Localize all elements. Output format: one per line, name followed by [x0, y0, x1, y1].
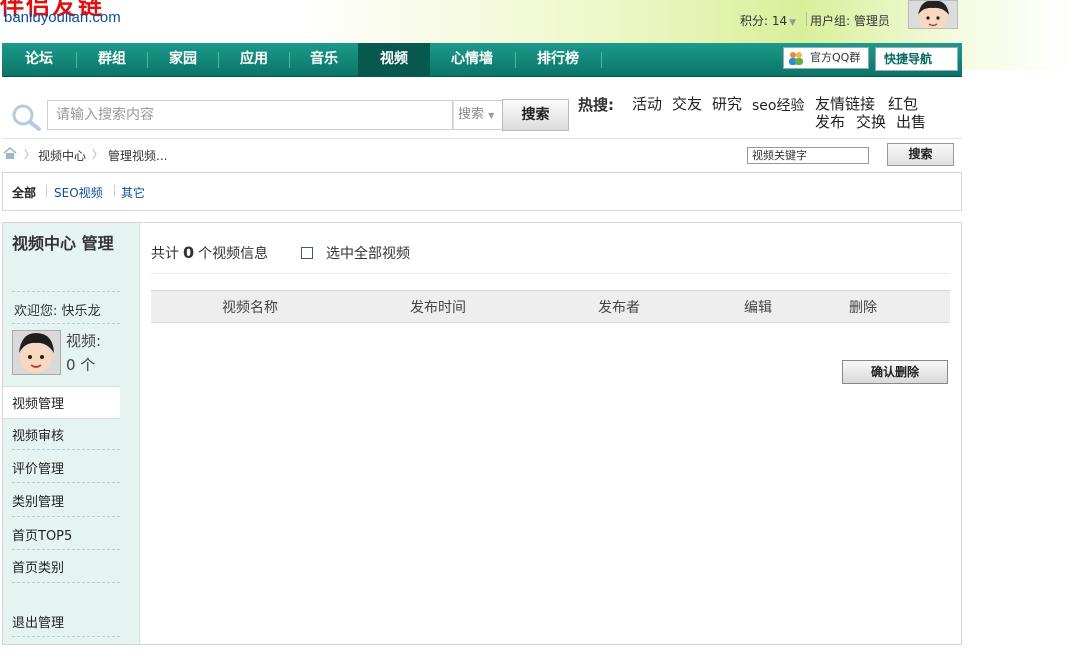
chevron-right-icon: 〉	[24, 148, 35, 161]
confirm-delete-button[interactable]: 确认删除	[842, 360, 948, 384]
chevron-down-icon: ▼	[488, 111, 495, 120]
divider	[12, 449, 120, 450]
chevron-down-icon: ▼	[789, 18, 797, 28]
total-suffix: 个视频信息	[198, 246, 269, 262]
nav-item-music[interactable]: 音乐	[290, 43, 358, 76]
divider	[12, 636, 120, 637]
nav-item-rankings[interactable]: 排行榜	[516, 43, 600, 76]
column-publisher: 发布者	[598, 300, 640, 316]
sidebar-item-home-category[interactable]: 首页类别	[12, 557, 64, 576]
column-delete: 删除	[849, 300, 877, 316]
avatar[interactable]	[12, 330, 61, 375]
quick-nav-button[interactable]: 快捷导航	[875, 47, 958, 71]
total-summary: 共计 0 个视频信息	[151, 243, 268, 263]
divider	[12, 582, 120, 583]
search-input[interactable]: 请输入搜索内容	[47, 100, 453, 130]
sidebar-item-video-manage[interactable]: 视频管理	[12, 393, 64, 412]
divider	[46, 185, 47, 197]
nav-item-video[interactable]: 视频	[358, 43, 430, 76]
avatar-face-icon	[909, 1, 957, 28]
hot-search-label: 热搜:	[578, 96, 614, 114]
hot-search-link[interactable]: 交友	[672, 93, 702, 114]
hot-search-link[interactable]: 交换	[856, 111, 886, 132]
hot-search-link[interactable]: 研究	[712, 93, 742, 114]
divider	[12, 482, 120, 483]
search-button[interactable]: 搜索	[502, 99, 569, 131]
site-domain[interactable]: banluyoulian.com	[4, 9, 121, 26]
total-prefix: 共计	[151, 246, 179, 262]
filter-other[interactable]: 其它	[121, 184, 145, 201]
nav-item-apps[interactable]: 应用	[219, 43, 289, 76]
avatar-face-icon	[13, 331, 60, 374]
score-label: 积分: 14	[740, 14, 788, 28]
sidebar-item-exit[interactable]: 退出管理	[12, 612, 64, 631]
column-edit: 编辑	[744, 300, 772, 316]
qq-group-label: 官方QQ群	[810, 51, 861, 64]
hot-search-link[interactable]: 活动	[632, 93, 662, 114]
sidebar-title: 视频中心 管理	[12, 234, 114, 253]
sidebar-item-comment-manage[interactable]: 评价管理	[12, 458, 64, 477]
breadcrumb-video-center[interactable]: 视频中心	[38, 147, 86, 164]
total-count: 0	[183, 243, 195, 262]
video-search-button[interactable]: 搜索	[887, 143, 954, 166]
search-icon	[12, 104, 41, 131]
video-count-label: 视频:	[66, 332, 102, 350]
filter-seo-video[interactable]: SEO视频	[54, 184, 103, 201]
hot-search-link[interactable]: 发布	[815, 111, 845, 132]
nav-divider	[601, 52, 602, 68]
divider	[12, 323, 120, 324]
user-group-label[interactable]: 用户组: 管理员	[810, 12, 890, 29]
filter-all[interactable]: 全部	[12, 184, 36, 201]
nav-item-mood-wall[interactable]: 心情墙	[430, 43, 514, 76]
welcome-text: 欢迎您: 快乐龙	[14, 304, 101, 319]
chevron-right-icon: 〉	[92, 148, 103, 161]
nav-item-forum[interactable]: 论坛	[2, 43, 76, 76]
divider	[806, 12, 807, 26]
search-type-select[interactable]: 搜索 ▼	[453, 100, 503, 130]
video-count-value: 0 个	[66, 356, 96, 374]
nav-item-home[interactable]: 家园	[148, 43, 218, 76]
sidebar-item-category-manage[interactable]: 类别管理	[12, 491, 64, 510]
column-video-name: 视频名称	[222, 300, 278, 316]
avatar[interactable]	[908, 0, 958, 29]
divider	[12, 549, 120, 550]
select-all-label[interactable]: 选中全部视频	[326, 243, 410, 263]
score-dropdown[interactable]: 积分: 14 ▼	[740, 12, 796, 29]
nav-item-groups[interactable]: 群组	[77, 43, 147, 76]
divider	[114, 185, 115, 197]
home-icon[interactable]	[3, 147, 17, 159]
search-type-label: 搜索	[458, 107, 485, 122]
users-icon	[789, 52, 803, 65]
hot-search-link[interactable]: 出售	[896, 111, 926, 132]
select-all-checkbox[interactable]	[301, 247, 313, 259]
breadcrumb-current: 管理视频...	[108, 149, 168, 163]
category-filter-bar	[2, 172, 962, 211]
sidebar-item-home-top5[interactable]: 首页TOP5	[12, 525, 72, 544]
hot-search-link[interactable]: seo经验	[752, 95, 804, 115]
main-panel	[2, 222, 962, 645]
divider	[12, 516, 120, 517]
sidebar-item-video-review[interactable]: 视频审核	[12, 425, 64, 444]
divider	[151, 273, 950, 274]
video-keyword-input[interactable]: 视频关键字	[747, 147, 869, 164]
divider	[12, 291, 120, 292]
column-publish-time: 发布时间	[410, 300, 466, 316]
